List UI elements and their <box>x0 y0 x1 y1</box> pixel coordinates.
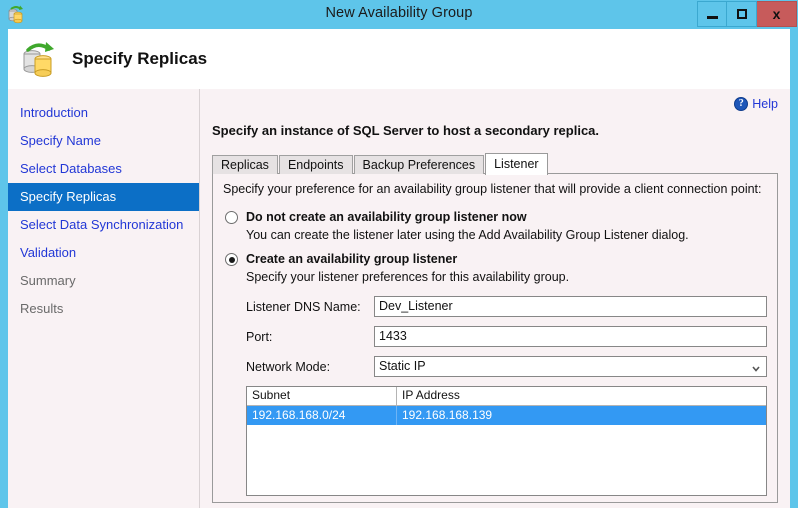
minimize-icon <box>706 15 718 19</box>
sidebar-item-specify-name[interactable]: Specify Name <box>8 127 199 155</box>
listener-dns-name-row: Listener DNS Name: Dev_Listener <box>246 296 767 317</box>
network-mode-select-wrap: Static IP <box>374 356 767 377</box>
network-mode-label: Network Mode: <box>246 359 331 374</box>
help-label: Help <box>752 97 778 111</box>
option-create-listener-label: Create an availability group listener <box>246 252 458 266</box>
grid-cell-subnet: 192.168.168.0/24 <box>247 406 397 425</box>
page-header: Specify Replicas <box>8 29 790 89</box>
window-title: New Availability Group <box>325 5 473 21</box>
subnet-ip-grid[interactable]: Subnet IP Address 192.168.168.0/24 192.1… <box>246 386 767 496</box>
listener-tab-panel: Specify your preference for an availabil… <box>212 173 778 503</box>
sidebar-item-validation[interactable]: Validation <box>8 239 199 267</box>
listener-dns-name-label: Listener DNS Name: <box>246 299 361 314</box>
option-do-not-create-listener[interactable]: Do not create an availability group list… <box>223 210 767 224</box>
port-input[interactable]: 1433 <box>374 326 767 347</box>
grid-cell-ip-address: 192.168.168.139 <box>402 408 493 422</box>
radio-create-listener[interactable] <box>225 253 238 266</box>
dialog-body: Introduction Specify Name Select Databas… <box>8 89 790 508</box>
sidebar-item-select-data-synchronization[interactable]: Select Data Synchronization <box>8 211 199 239</box>
option-do-not-create-listener-description: You can create the listener later using … <box>246 228 689 242</box>
question-mark-icon: ? <box>734 97 749 111</box>
title-bar: New Availability Group x <box>0 0 798 29</box>
option-create-listener[interactable]: Create an availability group listener <box>223 252 767 266</box>
tab-backup-preferences[interactable]: Backup Preferences <box>353 155 485 174</box>
tab-endpoints[interactable]: Endpoints <box>278 155 353 174</box>
sidebar-item-summary: Summary <box>20 273 76 288</box>
maximize-icon <box>736 9 747 19</box>
radio-do-not-create-listener[interactable] <box>225 211 238 224</box>
grid-column-ip-address: IP Address <box>402 388 460 402</box>
minimize-button[interactable] <box>697 1 727 27</box>
port-row: Port: 1433 <box>246 326 767 347</box>
network-mode-row: Network Mode: Static IP <box>246 356 767 377</box>
tab-strip: Replicas Endpoints Backup Preferences Li… <box>212 152 778 175</box>
sidebar-item-results: Results <box>20 301 64 316</box>
maximize-button[interactable] <box>727 1 757 27</box>
tab-replicas[interactable]: Replicas <box>212 155 278 174</box>
option-do-not-create-listener-label: Do not create an availability group list… <box>246 210 527 224</box>
grid-column-subnet: Subnet <box>247 387 397 405</box>
sidebar-item-specify-replicas[interactable]: Specify Replicas <box>8 183 199 211</box>
option-create-listener-description: Specify your listener preferences for th… <box>246 270 570 284</box>
table-row[interactable]: 192.168.168.0/24 192.168.168.139 <box>247 406 766 425</box>
network-mode-select[interactable]: Static IP <box>374 356 767 377</box>
wizard-steps-sidebar: Introduction Specify Name Select Databas… <box>8 89 200 508</box>
main-content: ? Help Specify an instance of SQL Server… <box>200 89 790 508</box>
help-link[interactable]: ? Help <box>734 97 778 111</box>
database-sync-icon <box>18 37 62 81</box>
close-button[interactable]: x <box>757 1 797 27</box>
sidebar-item-select-databases[interactable]: Select Databases <box>8 155 199 183</box>
sidebar-item-introduction[interactable]: Introduction <box>8 99 199 127</box>
new-availability-group-window: New Availability Group x Specify Replica… <box>0 0 798 508</box>
port-label: Port: <box>246 329 273 344</box>
page-instruction: Specify an instance of SQL Server to hos… <box>212 123 600 138</box>
grid-header-row: Subnet IP Address <box>247 387 766 406</box>
listener-dns-name-input[interactable]: Dev_Listener <box>374 296 767 317</box>
window-controls: x <box>697 1 797 27</box>
listener-form: Listener DNS Name: Dev_Listener Port: 14… <box>246 296 767 377</box>
page-title: Specify Replicas <box>72 49 208 68</box>
panel-description: Specify your preference for an availabil… <box>223 182 762 196</box>
tab-listener[interactable]: Listener <box>485 153 548 175</box>
